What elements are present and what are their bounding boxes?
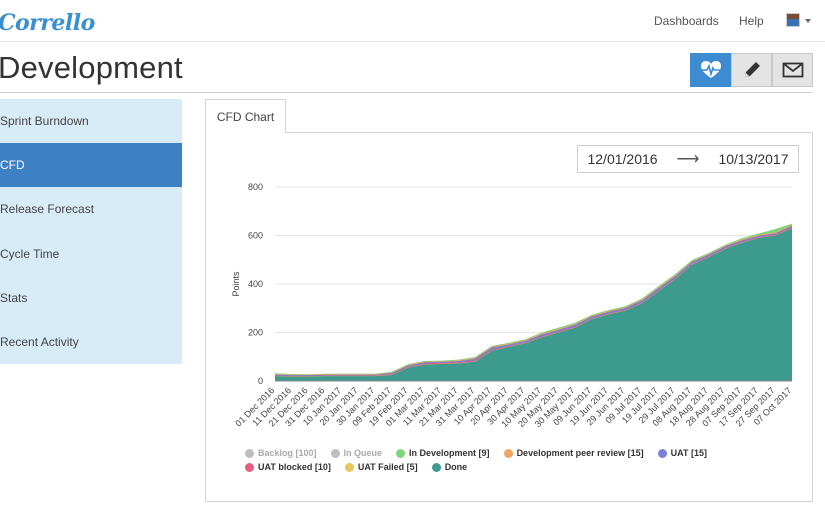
envelope-icon: [782, 62, 803, 78]
y-tick-label: 600: [248, 231, 263, 241]
date-range-picker[interactable]: 12/01/2016 ⟶ 10/13/2017: [577, 145, 799, 173]
legend-dot-icon: [396, 448, 406, 458]
nav-help-link[interactable]: Help: [739, 14, 764, 28]
top-navbar: Corrello Dashboards Help: [0, 0, 825, 42]
legend-item-in-development-9[interactable]: In Development [9]: [396, 448, 490, 458]
legend-label: In Queue: [343, 448, 383, 458]
legend-dot-icon: [503, 448, 513, 458]
legend-dot-icon: [431, 462, 441, 472]
legend-dot-icon: [245, 462, 254, 472]
sidebar-item-release-forecast[interactable]: Release Forecast: [0, 187, 182, 231]
app-logo[interactable]: Corrello: [0, 10, 95, 36]
legend-label: UAT [15]: [670, 448, 707, 458]
sidebar-item-recent-activity[interactable]: Recent Activity: [0, 320, 182, 364]
user-avatar[interactable]: [786, 13, 800, 27]
y-tick-label: 0: [258, 376, 263, 386]
health-button[interactable]: [690, 53, 731, 87]
chart-legend: Backlog [100] In Queue In Development [9] D…: [245, 446, 805, 474]
user-menu-caret-icon[interactable]: [805, 19, 811, 23]
y-tick-label: 200: [248, 328, 263, 338]
cfd-chart: 0200400600800Points01 Dec 201611 Dec 201…: [231, 182, 793, 429]
page-title: Development: [0, 50, 183, 85]
legend-label: Backlog [100]: [258, 448, 317, 458]
legend-label: UAT blocked [10]: [258, 462, 331, 472]
sidebar-item-cycle-time[interactable]: Cycle Time: [0, 232, 182, 276]
y-tick-label: 400: [248, 279, 263, 289]
report-sidebar: Sprint Burndown CFD Release Forecast Cyc…: [0, 99, 182, 364]
email-button[interactable]: [772, 53, 813, 87]
heartbeat-icon: [700, 61, 721, 78]
legend-item-uat-blocked-10[interactable]: UAT blocked [10]: [245, 462, 331, 472]
legend-dot-icon: [657, 448, 667, 458]
y-tick-label: 800: [248, 182, 263, 192]
legend-item-backlog-100[interactable]: Backlog [100]: [245, 448, 317, 458]
legend-label: Development peer review [15]: [516, 448, 644, 458]
legend-item-done[interactable]: Done: [431, 462, 468, 472]
legend-item-in-queue[interactable]: In Queue: [330, 448, 383, 458]
legend-dot-icon: [330, 448, 340, 458]
arrow-right-icon: ⟶: [676, 151, 700, 168]
legend-item-development-peer-review-15[interactable]: Development peer review [15]: [503, 448, 644, 458]
date-range-start: 12/01/2016: [587, 151, 658, 167]
pencil-icon: [744, 62, 760, 77]
title-divider: [0, 92, 812, 93]
sidebar-item-sprint-burndown[interactable]: Sprint Burndown: [0, 99, 182, 143]
legend-dot-icon: [344, 462, 354, 472]
nav-dashboards-link[interactable]: Dashboards: [654, 14, 719, 28]
legend-item-uat-15[interactable]: UAT [15]: [657, 448, 707, 458]
date-range-end: 10/13/2017: [718, 151, 789, 167]
legend-label: In Development [9]: [409, 448, 490, 458]
legend-label: Done: [444, 462, 468, 472]
sidebar-item-cfd[interactable]: CFD: [0, 143, 182, 188]
legend-label: UAT Failed [5]: [357, 462, 418, 472]
tab-cfd-chart[interactable]: CFD Chart: [205, 99, 286, 133]
board-toolbar: [690, 53, 813, 87]
legend-dot-icon: [245, 448, 254, 458]
edit-button[interactable]: [731, 53, 772, 87]
sidebar-item-stats[interactable]: Stats: [0, 276, 182, 320]
y-axis-label: Points: [231, 271, 241, 297]
legend-item-uat-failed-5[interactable]: UAT Failed [5]: [344, 462, 418, 472]
